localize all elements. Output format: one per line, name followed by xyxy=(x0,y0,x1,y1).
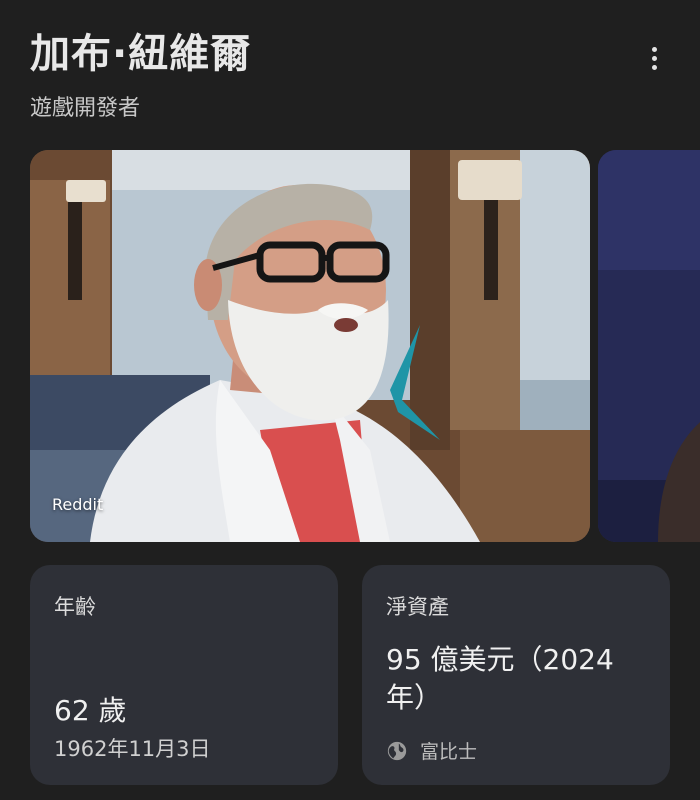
net-worth-card[interactable]: 淨資產 95 億美元（2024 年） 富比士 xyxy=(362,565,670,785)
entity-title: 加布·紐維爾 xyxy=(30,31,252,77)
knowledge-panel: 加布·紐維爾 遊戲開發者 Reddit 年齡 62 歲 1962年11月3日 淨… xyxy=(0,0,700,800)
age-value: 62 歲 xyxy=(54,694,127,727)
more-vert-icon-dot xyxy=(651,64,657,70)
carousel-image-next[interactable] xyxy=(598,150,700,542)
more-vert-icon-dot xyxy=(651,55,657,61)
net-worth-label: 淨資產 xyxy=(386,595,449,619)
entity-subtitle: 遊戲開發者 xyxy=(30,96,141,121)
more-vert-icon xyxy=(651,46,657,52)
age-card[interactable]: 年齡 62 歲 1962年11月3日 xyxy=(30,565,338,785)
image-source-label: Reddit xyxy=(52,495,104,514)
net-worth-source[interactable]: 富比士 xyxy=(386,737,477,764)
globe-icon xyxy=(387,741,407,760)
age-label: 年齡 xyxy=(54,595,96,619)
panel-header: 加布·紐維爾 遊戲開發者 xyxy=(30,26,670,136)
net-worth-value: 95 億美元（2024 年） xyxy=(386,643,614,714)
image-carousel[interactable]: Reddit xyxy=(30,150,700,542)
portrait-photo xyxy=(30,150,590,542)
carousel-image[interactable]: Reddit xyxy=(30,150,590,542)
birth-date: 1962年11月3日 xyxy=(54,737,211,761)
more-options-button[interactable] xyxy=(634,38,674,78)
next-photo-thumbnail xyxy=(598,150,700,542)
source-name: 富比士 xyxy=(420,741,478,763)
